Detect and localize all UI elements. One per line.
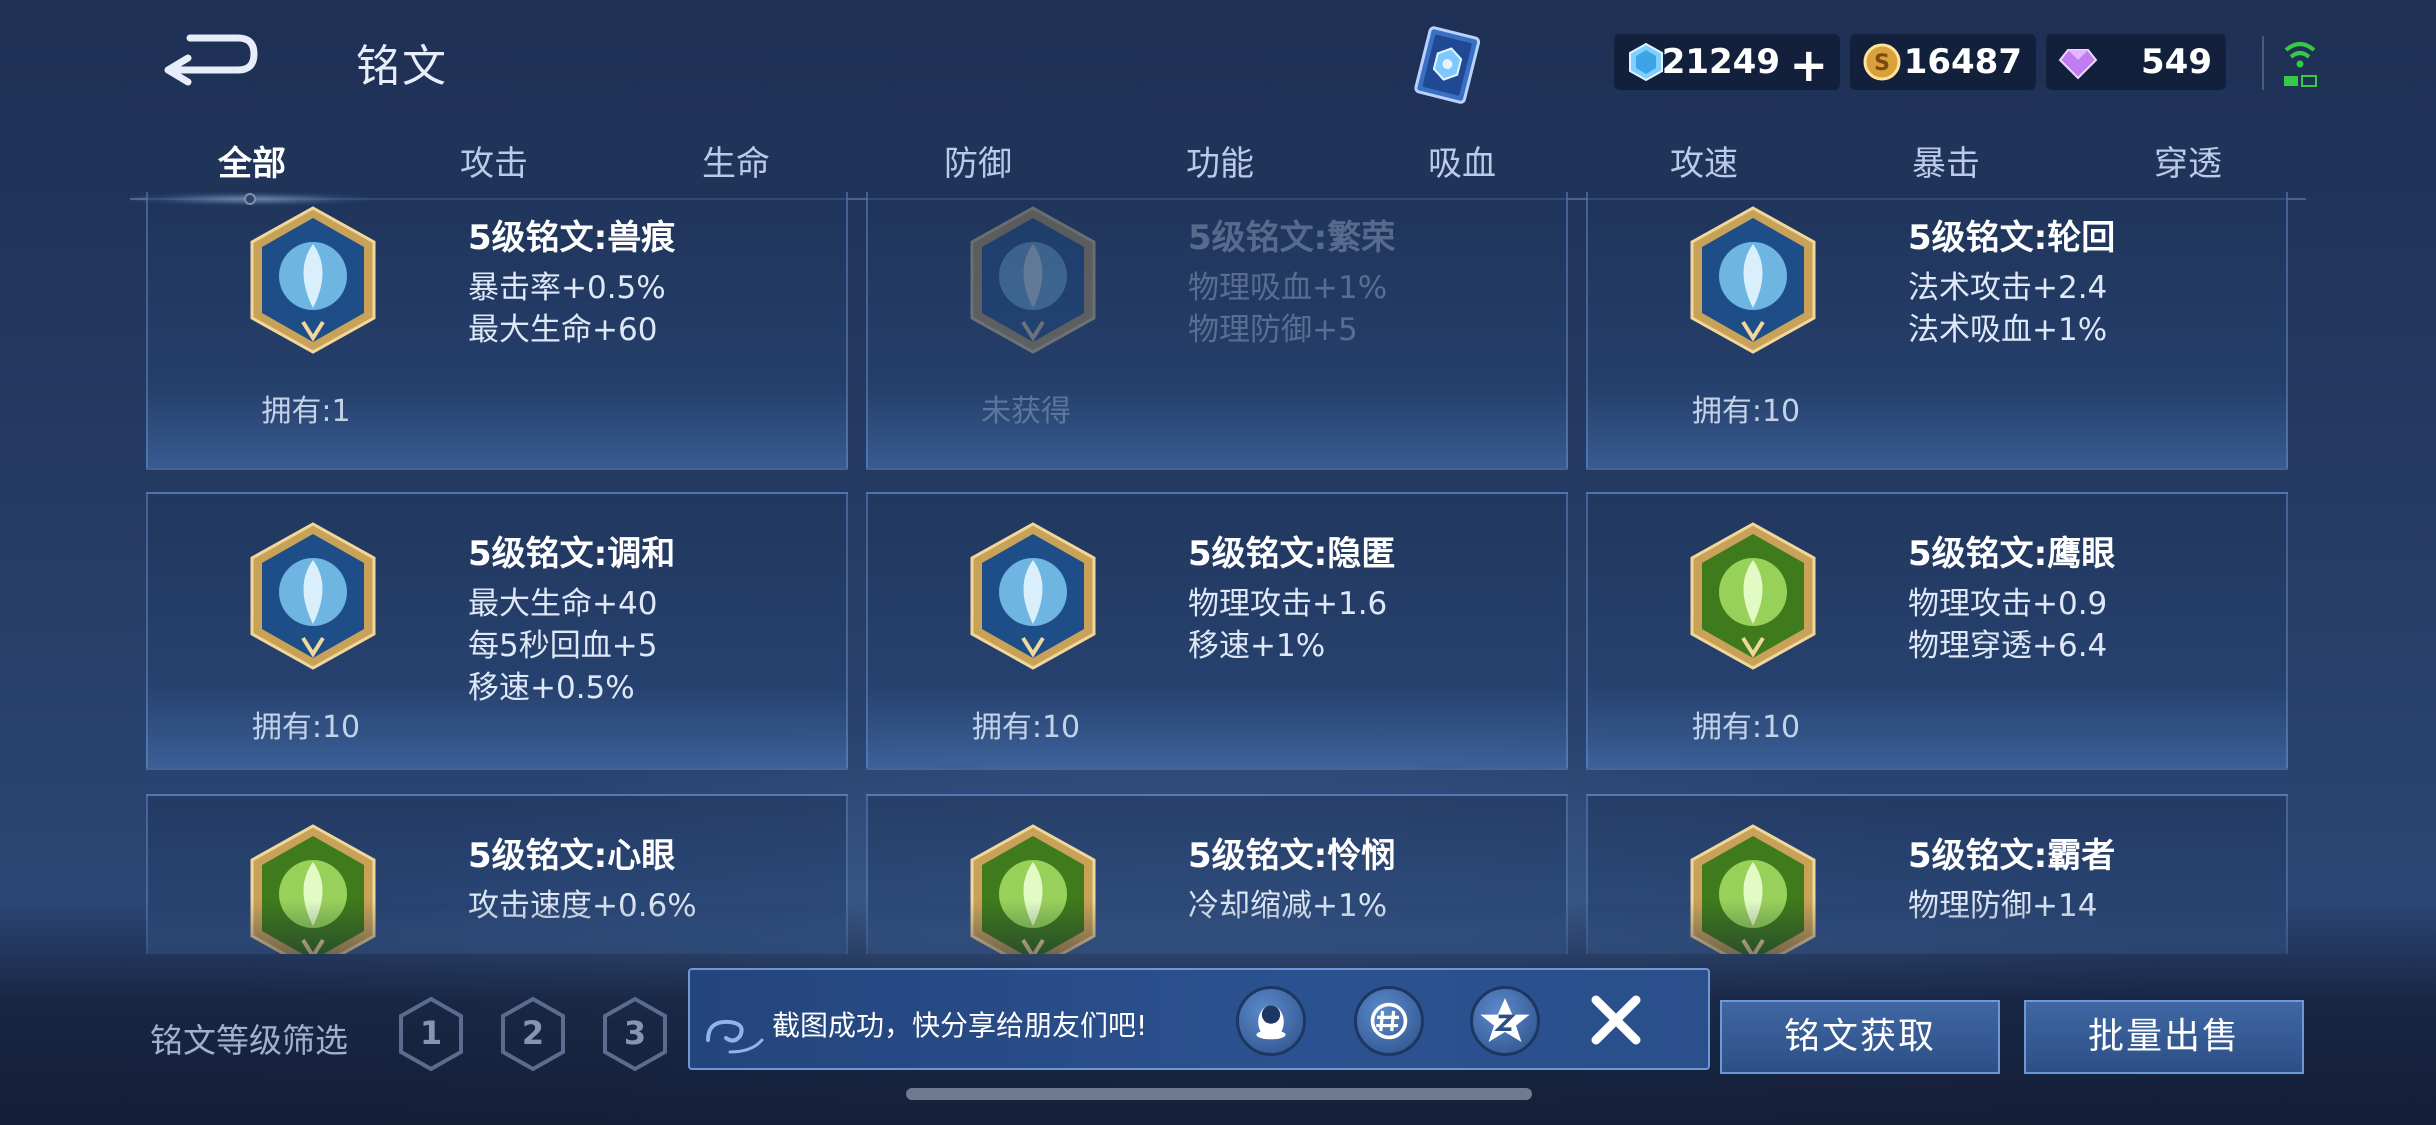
- screenshot-share-toast: 截图成功，快分享给朋友们吧!: [688, 968, 1710, 1070]
- qzone-icon: [1480, 998, 1530, 1043]
- rune-owned-count: 拥有:10: [971, 710, 1081, 745]
- rune-card[interactable]: 5级铭文:繁荣物理吸血+1% 物理防御+5 未获得: [866, 192, 1568, 470]
- level-filter-1-label: 1: [419, 1014, 443, 1052]
- rune-emblem-icon: [1690, 206, 1816, 354]
- level-filter-2[interactable]: 2: [500, 996, 566, 1072]
- rune-stat: 物理吸血+1%: [1188, 270, 1388, 306]
- rune-name: 5级铭文:霸者: [1908, 836, 2116, 876]
- rune-emblem-icon: [970, 206, 1096, 354]
- rune-stat: 物理穿透+6.4: [1908, 628, 2108, 664]
- rune-owned-count: 拥有:10: [1691, 710, 1801, 745]
- home-indicator[interactable]: [906, 1088, 1532, 1100]
- rune-emblem-icon: [250, 206, 376, 354]
- level-filter-2-label: 2: [521, 1014, 545, 1052]
- rune-emblem-icon: [970, 522, 1096, 670]
- rune-stat: 移速+0.5%: [468, 670, 635, 706]
- rune-stat: 物理攻击+0.9: [1908, 586, 2108, 622]
- share-qq-button[interactable]: [1236, 986, 1306, 1056]
- rune-screen: 铭文 21249 + S 16487 549 全部 攻击 生命 防御 功能 吸血…: [0, 0, 2436, 1125]
- level-filter-1[interactable]: 1: [398, 996, 464, 1072]
- rune-owned-count: 未获得: [981, 394, 1071, 429]
- rune-name: 5级铭文:繁荣: [1188, 218, 1396, 258]
- rune-name: 5级铭文:心眼: [468, 836, 676, 876]
- share-moments-button[interactable]: [1354, 986, 1424, 1056]
- rune-stat: 物理攻击+1.6: [1188, 586, 1388, 622]
- rune-owned-count: 拥有:10: [251, 710, 361, 745]
- rune-name: 5级铭文:兽痕: [468, 218, 676, 258]
- rune-card[interactable]: 5级铭文:鹰眼物理攻击+0.9 物理穿透+6.4 拥有:10: [1586, 492, 2288, 770]
- rune-card[interactable]: 5级铭文:隐匿物理攻击+1.6 移速+1% 拥有:10: [866, 492, 1568, 770]
- qq-icon: [1256, 1005, 1286, 1040]
- rune-stat: 法术吸血+1%: [1908, 312, 2108, 348]
- rune-owned-count: 拥有:1: [261, 394, 351, 429]
- rune-card[interactable]: 5级铭文:兽痕暴击率+0.5% 最大生命+60 拥有:1: [146, 192, 848, 470]
- level-filter-label: 铭文等级筛选: [150, 1021, 348, 1060]
- rune-name: 5级铭文:调和: [468, 534, 676, 574]
- rune-stat: 最大生命+60: [468, 312, 658, 348]
- rune-emblem-icon: [1690, 522, 1816, 670]
- level-filter-3[interactable]: 3: [602, 996, 668, 1072]
- rune-name: 5级铭文:鹰眼: [1908, 534, 2116, 574]
- close-icon[interactable]: [1586, 990, 1646, 1050]
- rune-name: 5级铭文:怜悯: [1188, 836, 1396, 876]
- level-filter-3-label: 3: [623, 1014, 647, 1052]
- wechat-moments-icon: [1370, 1002, 1408, 1040]
- rune-owned-count: 拥有:10: [1691, 394, 1801, 429]
- rune-name: 5级铭文:轮回: [1908, 218, 2116, 258]
- rune-stat: 暴击率+0.5%: [468, 270, 666, 306]
- share-qzone-button[interactable]: [1470, 986, 1540, 1056]
- rune-stat: 物理防御+5: [1188, 312, 1358, 348]
- cloud-swirl-icon: [706, 1019, 764, 1054]
- rune-stat: 每5秒回血+5: [468, 628, 658, 664]
- rune-card[interactable]: 5级铭文:调和最大生命+40 每5秒回血+5 移速+0.5% 拥有:10: [146, 492, 848, 770]
- toast-message: 截图成功，快分享给朋友们吧!: [772, 1009, 1148, 1042]
- rune-name: 5级铭文:隐匿: [1188, 534, 1396, 574]
- rune-stat: 最大生命+40: [468, 586, 658, 622]
- rune-emblem-icon: [250, 522, 376, 670]
- bulk-sell-button[interactable]: 批量出售: [2024, 1000, 2304, 1074]
- rune-stat: 法术攻击+2.4: [1908, 270, 2108, 306]
- rune-stat: 移速+1%: [1188, 628, 1326, 664]
- acquire-rune-button[interactable]: 铭文获取: [1720, 1000, 2000, 1074]
- rune-card[interactable]: 5级铭文:轮回法术攻击+2.4 法术吸血+1% 拥有:10: [1586, 192, 2288, 470]
